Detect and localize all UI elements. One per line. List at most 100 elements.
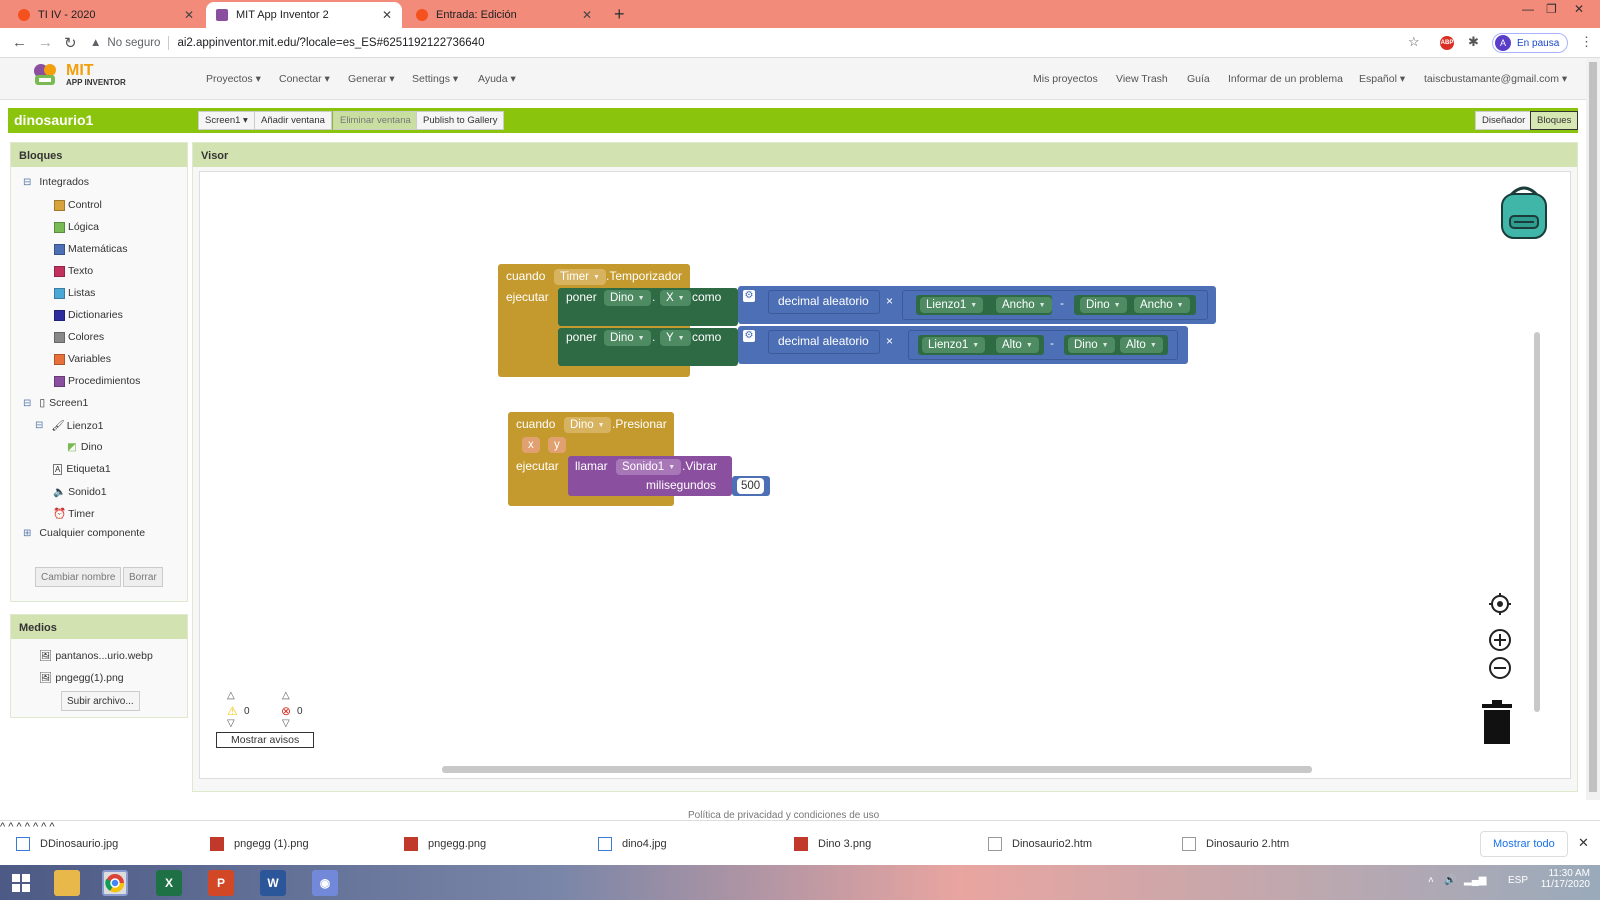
workspace-horizontal-scrollbar[interactable] xyxy=(442,766,1312,773)
download-item[interactable]: Dinosaurio 2.htm xyxy=(1182,835,1289,853)
link-my-projects[interactable]: Mis proyectos xyxy=(1033,73,1098,85)
browser-menu-icon[interactable]: ⋮ xyxy=(1580,34,1593,50)
param-x[interactable]: x xyxy=(522,437,540,453)
component-dropdown[interactable]: Dino ▼ xyxy=(604,290,651,306)
windows-start-icon[interactable] xyxy=(8,870,34,896)
zoom-out-icon[interactable] xyxy=(1488,656,1512,683)
drawer-variables[interactable]: Variables xyxy=(54,353,111,365)
collapse-icon[interactable]: ⊟ xyxy=(23,398,31,409)
drawer-procedures[interactable]: Procedimientos xyxy=(54,375,140,387)
drawer-text[interactable]: Texto xyxy=(54,265,93,277)
menu-build[interactable]: Generar ▾ xyxy=(348,73,395,85)
page-scrollbar[interactable] xyxy=(1586,58,1600,800)
show-all-downloads-button[interactable]: Mostrar todo xyxy=(1480,831,1568,857)
drawer-control[interactable]: Control xyxy=(54,199,102,211)
file-explorer-icon[interactable] xyxy=(54,870,80,896)
download-item[interactable]: pngegg.png xyxy=(404,835,486,853)
next-error-icon[interactable]: ▽ xyxy=(282,718,290,729)
component-dropdown[interactable]: Dino ▼ xyxy=(1080,297,1127,313)
tree-sprite-dino[interactable]: ◩ Dino xyxy=(67,441,103,453)
drawer-colors[interactable]: Colores xyxy=(54,331,104,343)
number-field[interactable]: 500 xyxy=(737,478,765,494)
chevron-up-icon[interactable]: ^ xyxy=(0,821,5,833)
property-dropdown[interactable]: Alto ▼ xyxy=(996,337,1039,353)
chevron-up-icon[interactable]: ^ xyxy=(25,821,30,833)
tray-chevron-icon[interactable]: ˄ xyxy=(1428,875,1434,886)
property-dropdown[interactable]: Ancho ▼ xyxy=(996,297,1052,313)
menu-settings[interactable]: Settings ▾ xyxy=(412,73,458,85)
address-bar[interactable]: ▲ No seguro ai2.appinventor.mit.edu/?loc… xyxy=(90,32,1420,54)
browser-tab-active[interactable]: MIT App Inventor 2 ✕ xyxy=(206,2,402,28)
link-guide[interactable]: Guía xyxy=(1187,73,1210,85)
rename-button[interactable]: Cambiar nombre xyxy=(35,567,122,587)
delete-button[interactable]: Borrar xyxy=(123,567,163,587)
component-dropdown[interactable]: Dino ▼ xyxy=(564,417,611,433)
param-y[interactable]: y xyxy=(548,437,566,453)
minimize-icon[interactable]: — xyxy=(1522,2,1534,16)
close-tab-icon[interactable]: ✕ xyxy=(382,8,392,22)
browser-tab[interactable]: TI IV - 2020 ✕ xyxy=(8,2,204,28)
word-icon[interactable]: W xyxy=(260,870,286,896)
upload-file-button[interactable]: Subir archivo... xyxy=(61,691,140,711)
chrome-icon[interactable] xyxy=(102,870,128,896)
chevron-up-icon[interactable]: ^ xyxy=(8,821,13,833)
close-tab-icon[interactable]: ✕ xyxy=(184,8,194,22)
zoom-in-icon[interactable] xyxy=(1488,628,1512,655)
mutator-gear-icon[interactable]: ⚙ xyxy=(743,330,755,342)
new-tab-icon[interactable]: + xyxy=(614,4,625,25)
adblock-icon[interactable]: ABP xyxy=(1440,36,1454,50)
menu-language[interactable]: Español ▾ xyxy=(1359,73,1405,85)
tree-screen1[interactable]: ⊟ ▯ Screen1 xyxy=(23,397,88,409)
remove-screen-button[interactable]: Eliminar ventana xyxy=(333,111,418,130)
clock[interactable]: 11:30 AM 11/17/2020 xyxy=(1538,868,1590,890)
component-dropdown[interactable]: Timer ▼ xyxy=(554,269,606,285)
prev-error-icon[interactable]: △ xyxy=(282,690,290,701)
restore-icon[interactable]: ❐ xyxy=(1546,2,1557,16)
extensions-icon[interactable]: ✱ xyxy=(1468,34,1479,50)
drawer-math[interactable]: Matemáticas xyxy=(54,243,128,255)
network-icon[interactable]: ▂▄▆ xyxy=(1464,875,1486,886)
collapse-icon[interactable]: ⊟ xyxy=(35,420,43,431)
app-inventor-logo[interactable]: MIT APP INVENTOR xyxy=(30,62,126,90)
collapse-icon[interactable]: ⊟ xyxy=(23,177,31,188)
menu-projects[interactable]: Proyectos ▾ xyxy=(206,73,261,85)
property-dropdown[interactable]: Ancho ▼ xyxy=(1134,297,1190,313)
language-indicator[interactable]: ESP xyxy=(1508,875,1528,886)
next-warning-icon[interactable]: ▽ xyxy=(227,718,235,729)
trash-icon[interactable] xyxy=(1480,700,1514,749)
tree-label-component[interactable]: A Etiqueta1 xyxy=(53,463,111,475)
volume-icon[interactable]: 🔊 xyxy=(1444,875,1456,886)
profile-button[interactable]: A En pausa xyxy=(1492,33,1569,53)
download-item[interactable]: dino4.jpg xyxy=(598,835,667,853)
component-dropdown[interactable]: Sonido1 ▼ xyxy=(616,459,682,475)
drawer-lists[interactable]: Listas xyxy=(54,287,95,299)
tree-builtin[interactable]: ⊟ Integrados xyxy=(23,176,89,188)
tree-timer[interactable]: ⏰ Timer xyxy=(53,507,95,521)
property-dropdown[interactable]: Y ▼ xyxy=(660,330,691,346)
chevron-up-icon[interactable]: ^ xyxy=(49,821,54,833)
download-item[interactable]: Dino 3.png xyxy=(794,835,871,853)
close-tab-icon[interactable]: ✕ xyxy=(582,8,592,22)
publish-gallery-button[interactable]: Publish to Gallery xyxy=(416,111,505,130)
property-dropdown[interactable]: Alto ▼ xyxy=(1120,337,1163,353)
tree-any-component[interactable]: ⊞ Cualquier componente xyxy=(23,527,145,539)
menu-connect[interactable]: Conectar ▾ xyxy=(279,73,330,85)
menu-account[interactable]: taiscbustamante@gmail.com ▾ xyxy=(1424,73,1567,85)
tree-sound[interactable]: 🔈 Sonido1 xyxy=(53,485,107,499)
chevron-up-icon[interactable]: ^ xyxy=(16,821,21,833)
component-dropdown[interactable]: Dino ▼ xyxy=(604,330,651,346)
powerpoint-icon[interactable]: P xyxy=(208,870,234,896)
show-warnings-button[interactable]: Mostrar avisos xyxy=(216,732,315,748)
drawer-logic[interactable]: Lógica xyxy=(54,221,99,233)
add-screen-button[interactable]: Añadir ventana xyxy=(254,111,332,130)
link-view-trash[interactable]: View Trash xyxy=(1116,73,1168,85)
recenter-icon[interactable] xyxy=(1488,592,1512,619)
blocks-button[interactable]: Bloques xyxy=(1530,111,1579,130)
media-file[interactable]: 🖼 pantanos...urio.webp xyxy=(39,649,153,663)
mutator-gear-icon[interactable]: ⚙ xyxy=(743,290,755,302)
browser-tab[interactable]: Entrada: Edición ✕ xyxy=(406,2,602,28)
download-item[interactable]: Dinosaurio2.htm xyxy=(988,835,1092,853)
chevron-up-icon[interactable]: ^ xyxy=(33,821,38,833)
url-text[interactable]: ai2.appinventor.mit.edu/?locale=es_ES#62… xyxy=(177,37,484,49)
scrollbar-thumb[interactable] xyxy=(1589,62,1597,792)
